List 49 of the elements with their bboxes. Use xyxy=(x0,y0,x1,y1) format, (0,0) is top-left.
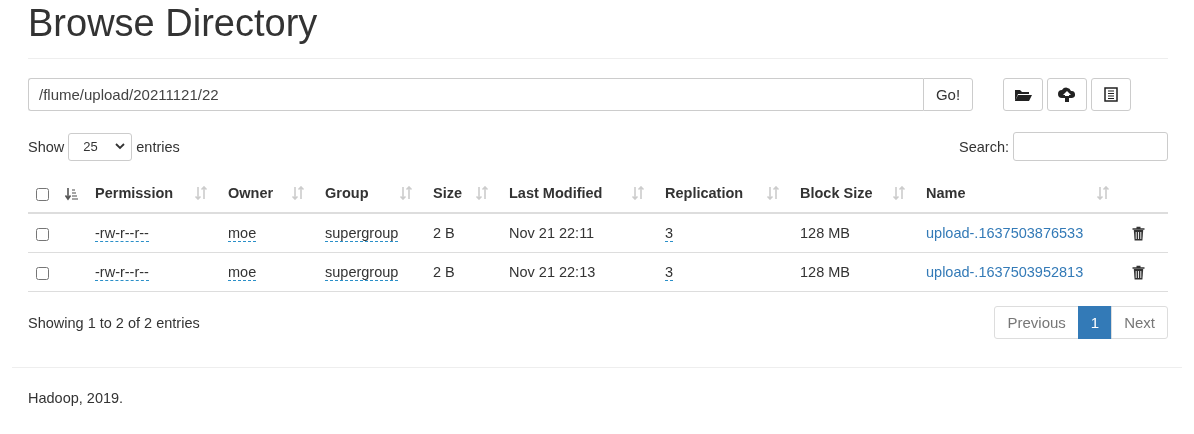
table-cell: Nov 21 22:13 xyxy=(509,264,596,280)
row-checkbox[interactable] xyxy=(36,266,49,280)
table-cell: 2 B xyxy=(433,225,455,241)
previous-button[interactable]: Previous xyxy=(994,306,1079,339)
column-header[interactable]: Owner xyxy=(228,185,274,201)
table-cell: 128 MB xyxy=(800,264,850,280)
column-header[interactable]: Replication xyxy=(665,185,744,201)
editable-value[interactable]: moe xyxy=(228,264,257,281)
file-link[interactable]: upload-.1637503952813 xyxy=(926,264,1084,280)
go-button[interactable]: Go! xyxy=(923,78,973,111)
select-all-checkbox[interactable] xyxy=(36,187,49,201)
table-cell: Nov 21 22:11 xyxy=(509,225,595,241)
row-checkbox[interactable] xyxy=(36,227,49,241)
column-header[interactable]: Permission xyxy=(95,185,174,201)
column-header[interactable]: Block Size xyxy=(800,185,873,201)
page-title: Browse Directory xyxy=(28,1,319,44)
editable-value[interactable]: supergroup xyxy=(325,225,399,242)
sort-ascending-icon[interactable] xyxy=(65,187,80,202)
table-cell: 2 B xyxy=(433,264,455,280)
column-header[interactable]: Name xyxy=(926,185,966,201)
column-header[interactable]: Size xyxy=(433,185,462,201)
column-header[interactable]: Group xyxy=(325,185,369,201)
entries-info: Showing 1 to 2 of 2 entries xyxy=(28,314,200,331)
list-button[interactable] xyxy=(1091,78,1131,111)
create-folder-button[interactable] xyxy=(1003,78,1043,111)
next-button[interactable]: Next xyxy=(1111,306,1168,339)
trash-icon[interactable] xyxy=(1132,264,1145,280)
footer-text: Hadoop, 2019. xyxy=(28,390,125,406)
editable-value[interactable]: -rw-r--r-- xyxy=(95,264,149,281)
entries-label: entries xyxy=(136,138,180,155)
entries-select[interactable]: 25 xyxy=(68,132,133,161)
editable-value[interactable]: 3 xyxy=(665,264,674,281)
trash-icon[interactable] xyxy=(1132,225,1145,241)
search-label: Search: xyxy=(959,138,1009,155)
show-label: Show xyxy=(28,138,65,155)
editable-value[interactable]: moe xyxy=(228,225,257,242)
list-icon xyxy=(1104,87,1118,102)
column-header[interactable]: Last Modified xyxy=(509,185,603,201)
editable-value[interactable]: -rw-r--r-- xyxy=(95,225,149,242)
editable-value[interactable]: supergroup xyxy=(325,264,399,281)
cloud-upload-icon xyxy=(1058,86,1076,103)
table-cell: 128 MB xyxy=(800,225,850,241)
upload-button[interactable] xyxy=(1047,78,1087,111)
path-field[interactable]: /flume/upload/20211121/22 xyxy=(28,78,923,111)
folder-icon xyxy=(1014,87,1032,102)
chevron-down-icon xyxy=(115,143,126,150)
editable-value[interactable]: 3 xyxy=(665,225,674,242)
search-field[interactable] xyxy=(1013,132,1168,161)
file-link[interactable]: upload-.1637503876533 xyxy=(926,225,1084,241)
